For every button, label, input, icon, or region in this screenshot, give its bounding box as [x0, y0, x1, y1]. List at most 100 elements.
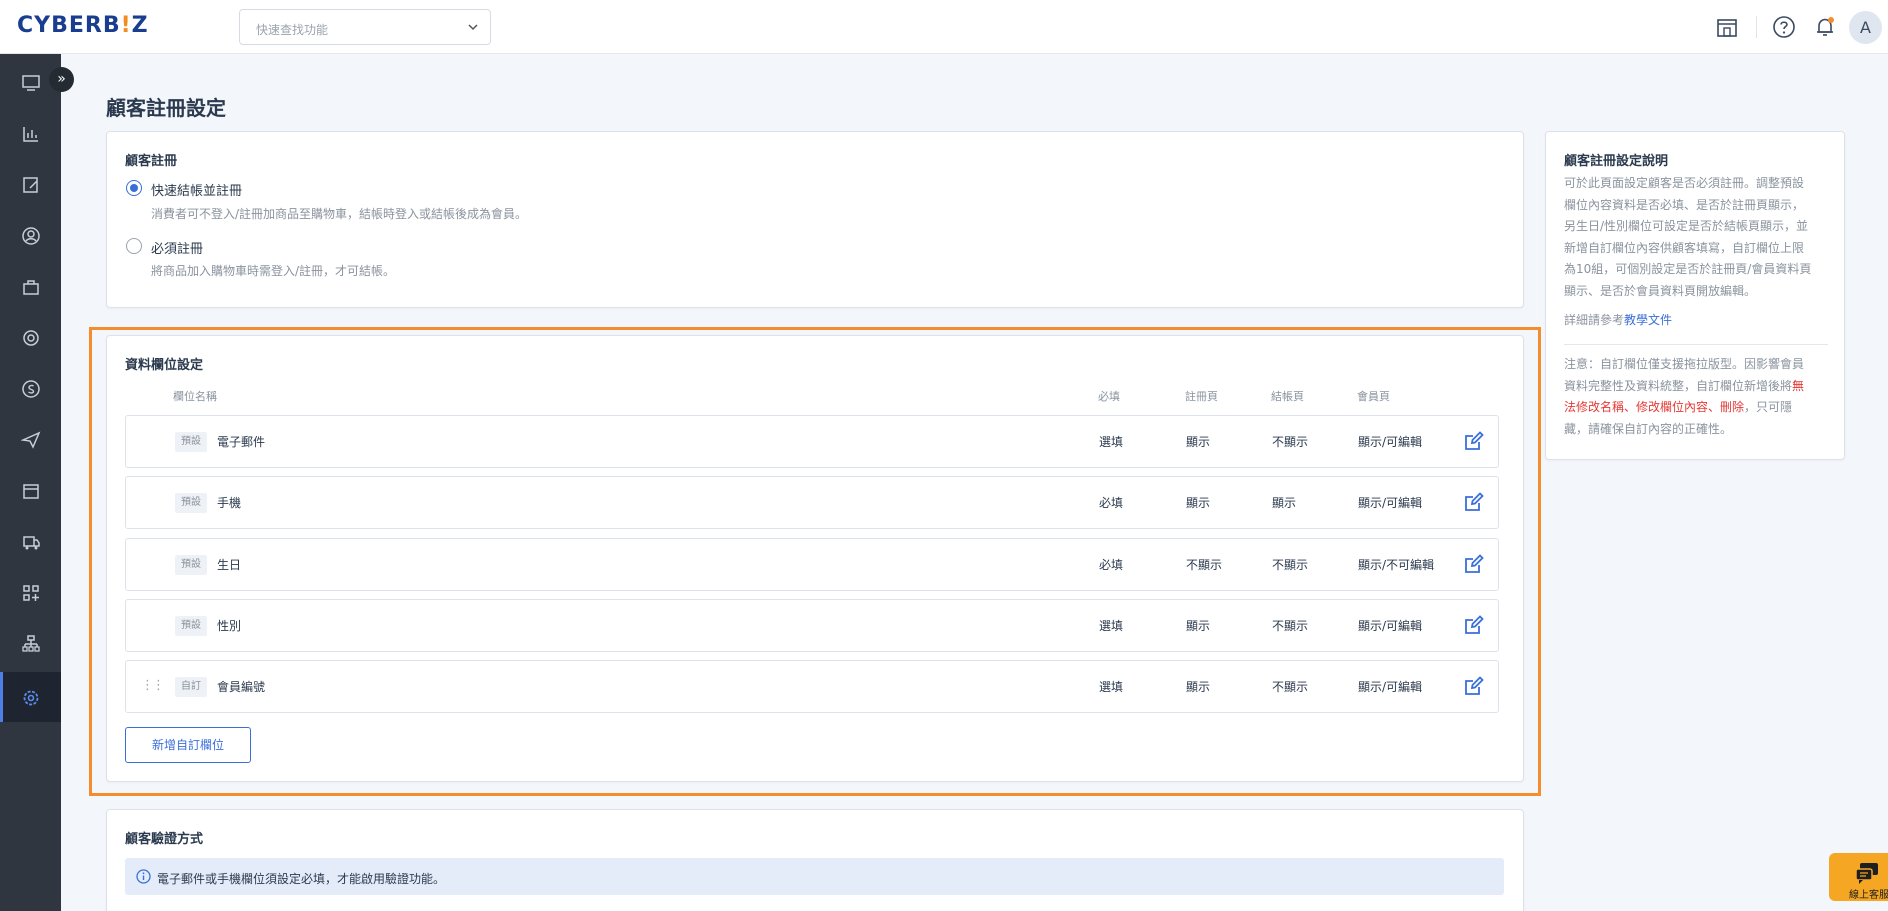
store-icon[interactable] — [1714, 14, 1740, 40]
column-header-name: 欄位名稱 — [173, 390, 217, 403]
info-icon — [136, 869, 151, 884]
apps-grid-icon — [23, 585, 39, 601]
edit-icon[interactable] — [1463, 614, 1485, 636]
field-required: 必填 — [1099, 558, 1124, 572]
edit-icon[interactable] — [1463, 675, 1485, 697]
paper-plane-icon — [21, 431, 41, 449]
shopping-bag-icon — [23, 280, 39, 295]
field-register: 顯示 — [1186, 435, 1211, 449]
monitor-icon — [22, 75, 40, 91]
table-row: 預設 生日 必填 不顯示 不顯示 顯示/不可編輯 — [125, 538, 1499, 591]
tutorial-link[interactable]: 教學文件 — [1624, 313, 1672, 327]
help-note: 注意：自訂欄位僅支援拖拉版型。因影響會員 資料完整性及資料統整，自訂欄位新增後將… — [1564, 357, 1805, 436]
currency-icon — [22, 380, 40, 398]
avatar[interactable]: A — [1849, 11, 1882, 44]
logo[interactable]: CYBERB!Z — [17, 13, 149, 38]
table-row: 預設 電子郵件 選填 顯示 不顯示 顯示/可編輯 — [125, 415, 1499, 468]
table-row: 預設 性別 選填 顯示 不顯示 顯示/可編輯 — [125, 599, 1499, 652]
help-title: 顧客註冊設定說明 — [1564, 154, 1669, 169]
bar-chart-icon — [23, 127, 38, 142]
header-divider — [1756, 16, 1757, 38]
field-checkout: 不顯示 — [1272, 619, 1309, 633]
field-member: 顯示/可編輯 — [1358, 680, 1423, 694]
sidebar-item-messages[interactable] — [0, 414, 61, 464]
field-name: 會員編號 — [217, 680, 266, 694]
page-title: 顧客註冊設定 — [106, 96, 226, 120]
table-row: 預設 手機 必填 顯示 顯示 顯示/可編輯 — [125, 476, 1499, 529]
field-member: 顯示/不可編輯 — [1358, 558, 1435, 572]
sidebar-item-settings[interactable] — [0, 672, 61, 722]
field-name: 性別 — [217, 619, 242, 633]
option-description: 消費者可不登入/註冊加商品至購物車，結帳時登入或結帳後成為會員。 — [151, 207, 528, 221]
sidebar-item-logistics[interactable] — [0, 516, 61, 566]
chevron-down-icon — [468, 24, 478, 31]
field-tag: 預設 — [175, 616, 207, 636]
edit-icon[interactable] — [1463, 553, 1485, 575]
user-circle-icon — [22, 227, 40, 245]
gear-icon — [23, 690, 39, 706]
option-label: 必須註冊 — [151, 242, 204, 257]
column-header-required: 必填 — [1098, 390, 1120, 403]
sidebar-item-reports[interactable] — [0, 108, 61, 158]
field-tag: 自訂 — [175, 677, 207, 697]
field-required: 必填 — [1099, 496, 1124, 510]
field-register: 顯示 — [1186, 680, 1211, 694]
field-member: 顯示/可編輯 — [1358, 496, 1423, 510]
sidebar-item-storefront[interactable] — [0, 465, 61, 515]
field-checkout: 不顯示 — [1272, 435, 1309, 449]
gear-dollar-icon — [23, 330, 39, 346]
table-row: ⋮⋮ 自訂 會員編號 選填 顯示 不顯示 顯示/可編輯 — [125, 660, 1499, 713]
edit-icon[interactable] — [1463, 430, 1485, 452]
field-tag: 預設 — [175, 493, 207, 513]
registration-title: 顧客註冊 — [125, 154, 178, 169]
storefront-icon — [23, 484, 39, 499]
top-bar: CYBERB!Z 快速查找功能 A — [0, 0, 1888, 54]
sidebar — [0, 54, 61, 911]
sitemap-icon — [22, 635, 40, 652]
help-icon[interactable] — [1771, 14, 1797, 40]
sidebar-item-marketing[interactable] — [0, 312, 61, 362]
help-card: 顧客註冊設定說明 可於此頁面設定顧客是否必須註冊。調整預設 欄位內容資料是否必填… — [1545, 131, 1845, 460]
radio-must-register[interactable] — [126, 238, 142, 254]
field-register: 顯示 — [1186, 619, 1211, 633]
field-required: 選填 — [1099, 619, 1124, 633]
help-divider — [1564, 344, 1828, 345]
help-description: 可於此頁面設定顧客是否必須註冊。調整預設 欄位內容資料是否必填、是否於註冊頁顯示… — [1564, 176, 1812, 298]
sidebar-expand-button[interactable]: » — [49, 67, 74, 92]
field-member: 顯示/可編輯 — [1358, 619, 1423, 633]
field-tag: 預設 — [175, 555, 207, 575]
field-required: 選填 — [1099, 435, 1124, 449]
delivery-icon — [23, 536, 40, 550]
registration-card: 顧客註冊 快速結帳並註冊 消費者可不登入/註冊加商品至購物車，結帳時登入或結帳後… — [106, 131, 1524, 308]
field-checkout: 顯示 — [1272, 496, 1297, 510]
sidebar-item-orders[interactable] — [0, 159, 61, 209]
sidebar-item-customers[interactable] — [0, 210, 61, 260]
field-tag: 預設 — [175, 432, 207, 452]
sidebar-item-apps[interactable] — [0, 567, 61, 617]
verification-title: 顧客驗證方式 — [125, 832, 204, 847]
column-header-member: 會員頁 — [1357, 390, 1390, 403]
field-member: 顯示/可編輯 — [1358, 435, 1423, 449]
quick-search-select[interactable]: 快速查找功能 — [239, 9, 491, 45]
add-custom-field-button[interactable]: 新增自訂欄位 — [125, 727, 251, 763]
field-required: 選填 — [1099, 680, 1124, 694]
help-reference: 詳細請參考教學文件 — [1564, 313, 1673, 327]
option-label: 快速結帳並註冊 — [151, 184, 243, 199]
drag-handle-icon[interactable]: ⋮⋮ — [141, 678, 165, 693]
live-chat-button[interactable]: 線上客服 — [1829, 853, 1888, 901]
chat-label: 線上客服 — [1849, 890, 1888, 901]
field-register: 顯示 — [1186, 496, 1211, 510]
verification-info-text: 電子郵件或手機欄位須設定必填，才能啟用驗證功能。 — [157, 872, 446, 886]
sidebar-item-products[interactable] — [0, 261, 61, 311]
verification-info-bar: 電子郵件或手機欄位須設定必填，才能啟用驗證功能。 — [125, 858, 1504, 895]
sidebar-item-finance[interactable] — [0, 363, 61, 413]
sidebar-item-organization[interactable] — [0, 618, 61, 668]
chat-bubble-icon — [1855, 863, 1878, 884]
edit-icon[interactable] — [1463, 491, 1485, 513]
edit-document-icon — [23, 177, 38, 193]
field-name: 電子郵件 — [217, 435, 266, 449]
field-checkout: 不顯示 — [1272, 558, 1309, 572]
bell-icon[interactable] — [1812, 14, 1838, 40]
radio-quick-checkout[interactable] — [126, 180, 142, 196]
field-name: 生日 — [217, 558, 242, 572]
